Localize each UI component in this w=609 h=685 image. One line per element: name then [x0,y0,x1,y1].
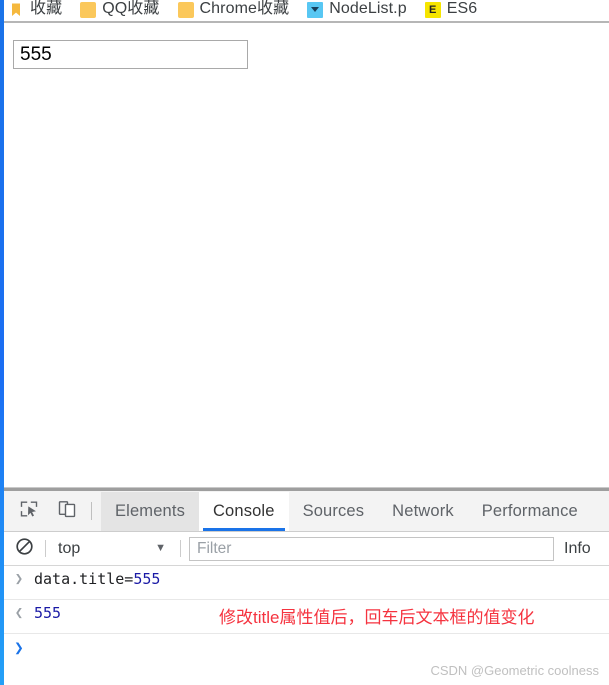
bookmark-label: 收藏 [30,0,63,17]
device-toolbar-toggle-button[interactable] [52,496,82,526]
inspect-element-button[interactable] [14,496,44,526]
console-input-text: data.title=555 [34,569,609,590]
console-result-arrow-icon: ❮ [14,605,24,621]
bookmark-item-shoucang[interactable]: 收藏 [4,0,66,21]
console-input-expression: data.title= [34,570,134,588]
chevron-down-icon: ▼ [155,542,166,554]
bookmarks-bar-separator [4,21,609,23]
console-result-row: ❮ 555 [4,600,609,634]
bookmark-label: Chrome收藏 [199,0,290,17]
console-filter-bar: top ▼ Info [4,532,609,566]
console-message-list: ❯ data.title=555 ❮ 555 ❯ [4,566,609,674]
tab-elements[interactable]: Elements [101,491,199,531]
site-favicon-icon: E [424,1,441,18]
filterbar-divider [45,540,46,557]
console-filter-input[interactable] [189,536,554,561]
tab-performance[interactable]: Performance [468,492,592,531]
tab-label: Console [212,501,275,520]
title-text-input[interactable] [13,40,248,69]
bookmark-item-chrome-shoucang[interactable]: Chrome收藏 [174,0,294,21]
tab-label: Network [392,501,454,520]
bookmarks-bar: 收藏 QQ收藏 Chrome收藏 NodeList.p E ES6 [4,0,609,21]
console-log-level-selector[interactable]: Info [564,540,591,558]
browser-left-edge-strip [0,0,4,685]
bookmark-label: NodeList.p [329,0,407,17]
console-input-row[interactable]: ❯ data.title=555 [4,566,609,600]
devtools-panel: Elements Console Sources Network Perform… [4,488,609,685]
console-context-selector[interactable]: top ▼ [54,537,172,561]
bookmark-item-qq-shoucang[interactable]: QQ收藏 [76,0,163,21]
inspect-element-icon [19,499,39,524]
bookmark-ribbon-icon [8,2,24,18]
console-prompt-arrow-icon: ❯ [14,638,24,657]
bookmark-item-nodelist[interactable]: NodeList.p [303,0,411,21]
console-prompt-row[interactable]: ❯ [4,634,609,674]
clear-console-icon [15,537,34,561]
tab-label: Elements [115,501,185,520]
bookmark-item-es6[interactable]: E ES6 [421,0,482,21]
toolbar-divider [91,502,92,520]
tab-network[interactable]: Network [378,492,468,531]
bookmark-label: ES6 [446,0,478,17]
tab-console[interactable]: Console [198,491,289,531]
filterbar-divider [180,540,181,557]
page-viewport [4,23,609,487]
console-result-text: 555 [34,604,62,622]
devtools-tabbar: Elements Console Sources Network Perform… [4,491,609,532]
tab-sources[interactable]: Sources [289,492,379,531]
console-input-arrow-icon: ❯ [14,571,24,587]
bookmark-label: QQ收藏 [102,0,160,17]
tab-label: Performance [481,501,578,520]
folder-icon [80,1,97,18]
console-input-value: 555 [133,570,161,588]
device-toolbar-icon [57,499,77,524]
site-favicon-icon [307,1,324,18]
folder-icon [177,1,194,18]
console-context-label: top [58,539,81,557]
clear-console-button[interactable] [11,536,37,562]
tab-label: Sources [302,501,365,520]
